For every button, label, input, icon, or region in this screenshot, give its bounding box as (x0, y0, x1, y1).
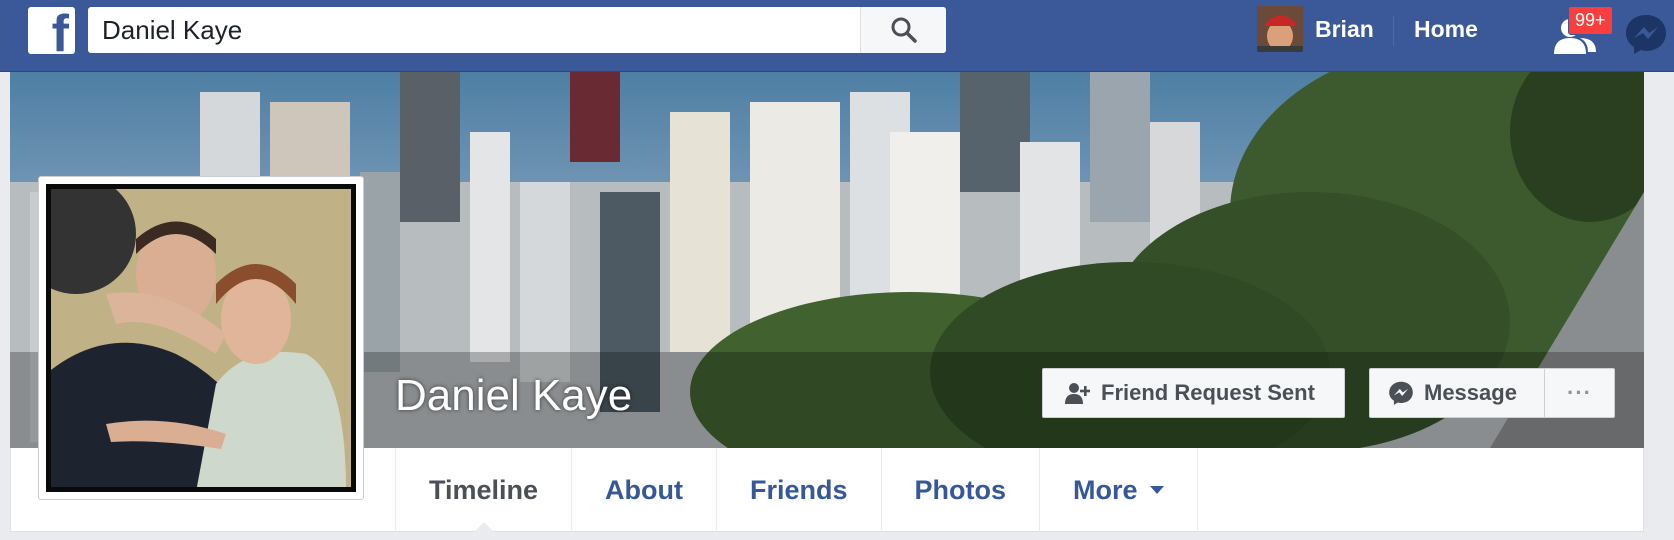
add-friend-icon (1065, 383, 1090, 404)
tab-photos[interactable]: Photos (882, 448, 1041, 532)
profile-tabs: Timeline About Friends Photos More (395, 448, 1198, 533)
chevron-down-icon (1149, 486, 1164, 494)
search-bar (88, 7, 946, 53)
search-button[interactable] (860, 7, 946, 53)
divider (1393, 16, 1394, 46)
tab-timeline[interactable]: Timeline (396, 448, 573, 533)
more-options-label: ··· (1567, 380, 1592, 405)
friend-request-sent-button[interactable]: Friend Request Sent (1042, 368, 1345, 418)
tab-about[interactable]: About (572, 448, 718, 532)
tab-friends[interactable]: Friends (717, 448, 882, 532)
friend-requests-badge: 99+ (1568, 6, 1613, 35)
top-navigation-bar: f Brian Home 99+ (0, 0, 1674, 72)
profile-name: Daniel Kaye (395, 371, 633, 420)
home-link[interactable]: Home (1414, 16, 1478, 43)
friend-request-sent-label: Friend Request Sent (1101, 380, 1315, 405)
facebook-logo[interactable]: f (28, 7, 75, 54)
search-icon (891, 17, 917, 43)
user-name: Brian (1315, 15, 1374, 42)
message-button[interactable]: Message (1369, 368, 1545, 418)
tab-more[interactable]: More (1040, 448, 1198, 532)
profile-picture[interactable] (38, 176, 364, 500)
messenger-icon[interactable] (1624, 12, 1668, 56)
active-tab-pointer (472, 522, 495, 533)
message-label: Message (1424, 380, 1517, 405)
search-input[interactable] (88, 7, 860, 53)
more-options-button[interactable]: ··· (1544, 368, 1615, 418)
avatar (1257, 6, 1303, 52)
user-profile-link[interactable]: Brian (1257, 6, 1374, 52)
messenger-icon (1389, 381, 1413, 405)
